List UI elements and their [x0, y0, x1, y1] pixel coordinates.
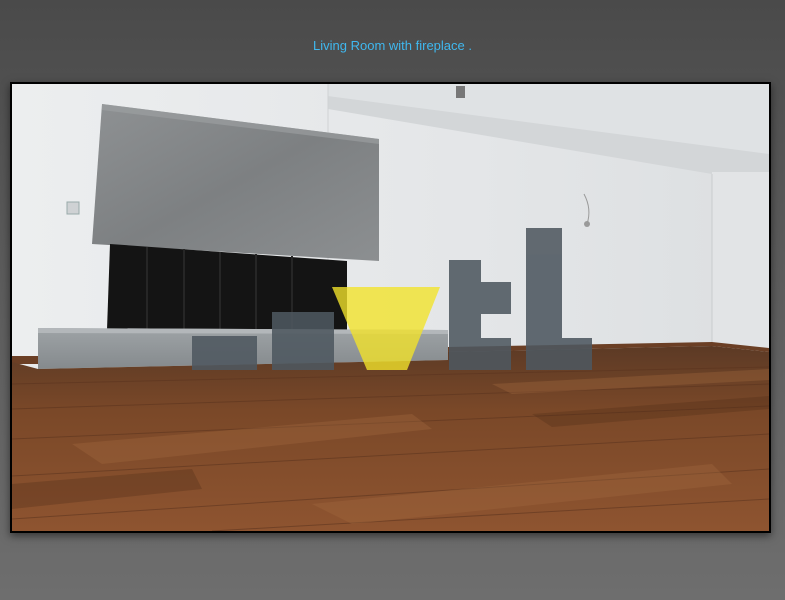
baseboard [12, 356, 38, 364]
photo-frame [10, 82, 771, 533]
ceiling-light [456, 86, 465, 98]
light-switch [66, 201, 80, 215]
wood-floor [12, 346, 769, 531]
caption-title: Living Room with fireplace . [313, 38, 472, 53]
living-room-photo [12, 84, 769, 531]
